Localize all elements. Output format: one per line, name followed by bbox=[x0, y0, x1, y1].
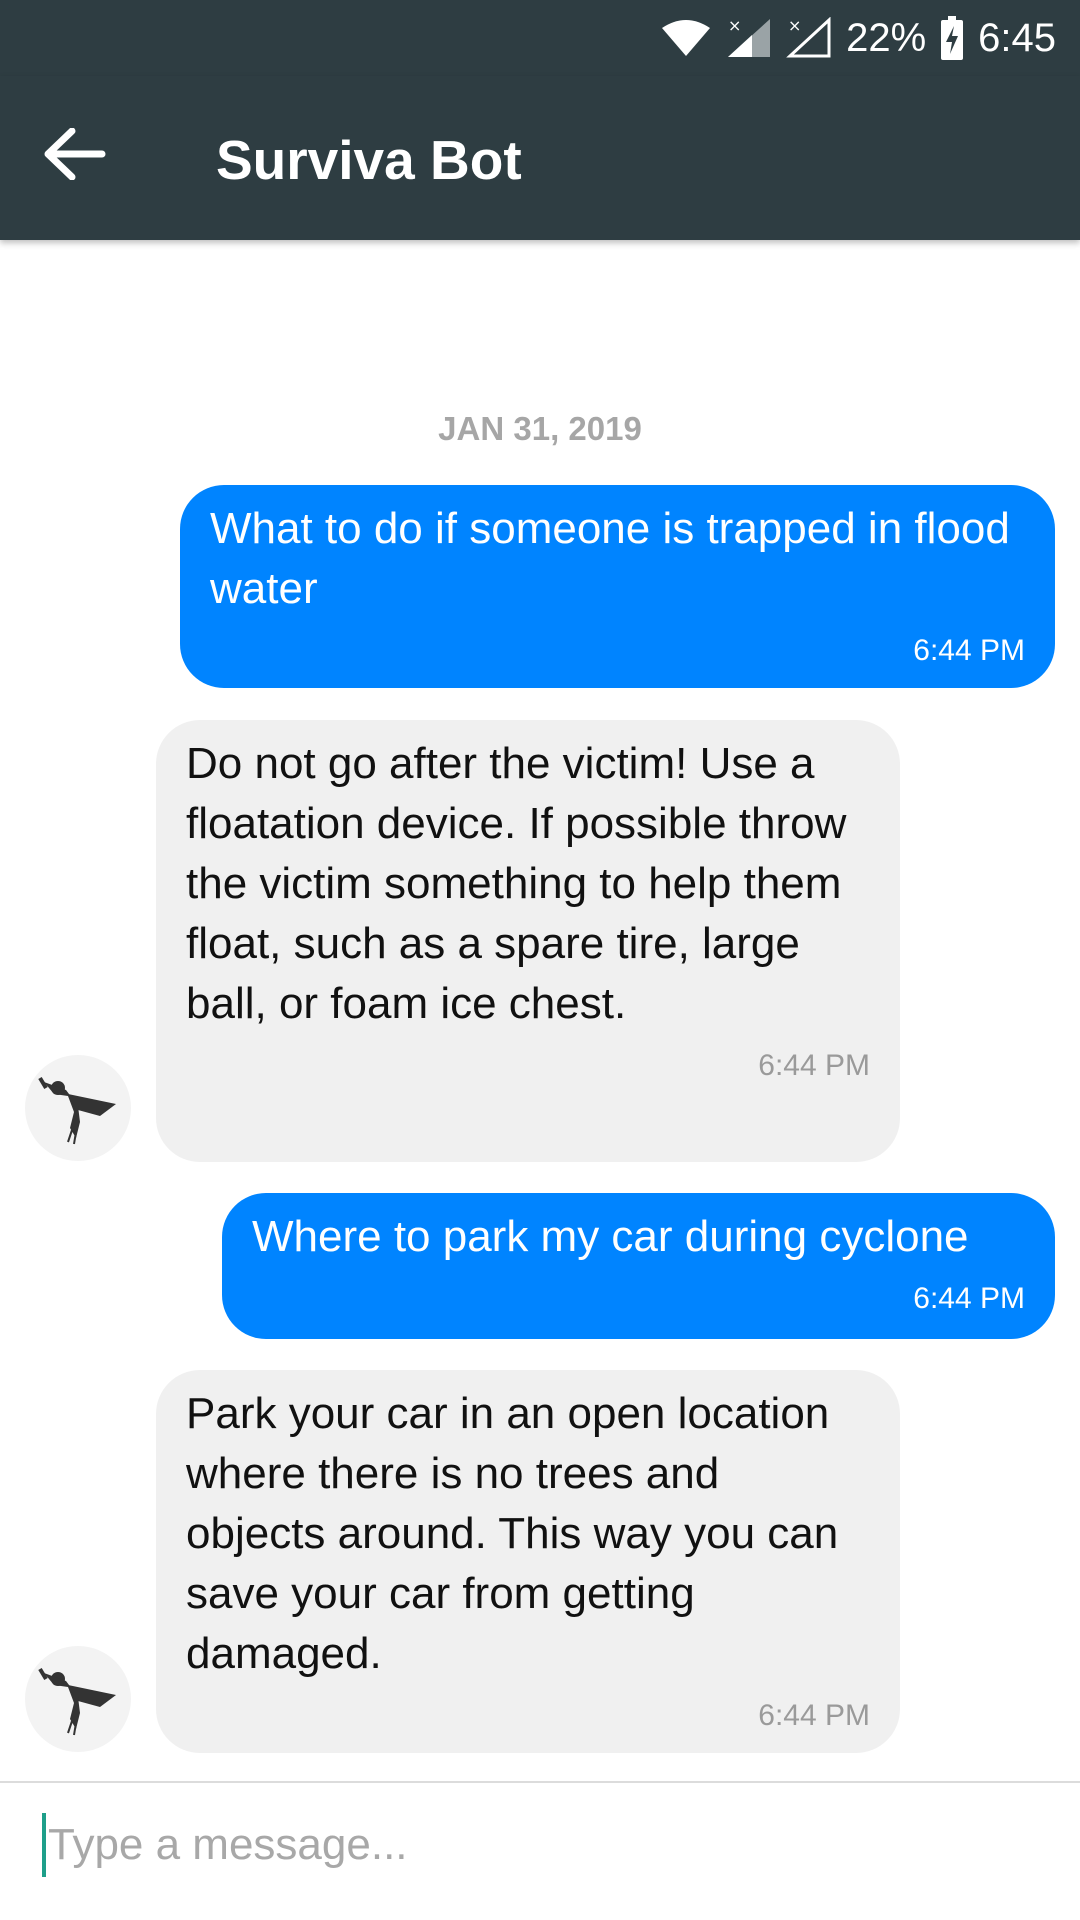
message-bubble-outgoing[interactable]: Where to park my car during cyclone 6:44… bbox=[222, 1193, 1055, 1339]
message-text: What to do if someone is trapped in floo… bbox=[210, 504, 1010, 613]
message-time: 6:44 PM bbox=[758, 1699, 870, 1732]
back-button[interactable] bbox=[30, 116, 120, 196]
svg-text:×: × bbox=[788, 17, 801, 35]
superhero-icon bbox=[38, 1657, 118, 1742]
svg-text:×: × bbox=[728, 17, 741, 35]
text-cursor bbox=[42, 1813, 46, 1877]
message-input[interactable] bbox=[48, 1820, 1008, 1870]
message-text: Do not go after the victim! Use a floata… bbox=[186, 739, 847, 1028]
status-bar: × × 22% 6:45 bbox=[0, 0, 1080, 76]
message-time: 6:44 PM bbox=[913, 634, 1025, 667]
bot-avatar bbox=[25, 1646, 131, 1752]
message-text: Where to park my car during cyclone bbox=[252, 1212, 969, 1261]
message-bubble-incoming[interactable]: Do not go after the victim! Use a floata… bbox=[156, 720, 900, 1162]
superhero-icon bbox=[38, 1066, 118, 1151]
signal-icon: × bbox=[726, 17, 772, 59]
app-toolbar: Surviva Bot bbox=[0, 76, 1080, 240]
wifi-icon bbox=[660, 18, 712, 58]
chat-title: Surviva Bot bbox=[216, 129, 522, 191]
date-separator: JAN 31, 2019 bbox=[438, 410, 642, 447]
message-text: Park your car in an open location where … bbox=[186, 1389, 839, 1678]
message-time: 6:44 PM bbox=[758, 1049, 870, 1082]
clock: 6:45 bbox=[978, 15, 1056, 60]
message-composer bbox=[42, 1800, 1042, 1890]
composer-divider bbox=[0, 1781, 1080, 1783]
message-time: 6:44 PM bbox=[913, 1282, 1025, 1315]
bot-avatar bbox=[25, 1055, 131, 1161]
arrow-left-icon bbox=[44, 127, 106, 185]
status-icons: × × 22% 6:45 bbox=[660, 0, 1056, 76]
message-bubble-incoming[interactable]: Park your car in an open location where … bbox=[156, 1370, 900, 1753]
signal-icon: × bbox=[786, 17, 832, 59]
battery-charging-icon bbox=[940, 16, 964, 60]
message-bubble-outgoing[interactable]: What to do if someone is trapped in floo… bbox=[180, 485, 1055, 688]
battery-percentage: 22% bbox=[846, 15, 927, 60]
